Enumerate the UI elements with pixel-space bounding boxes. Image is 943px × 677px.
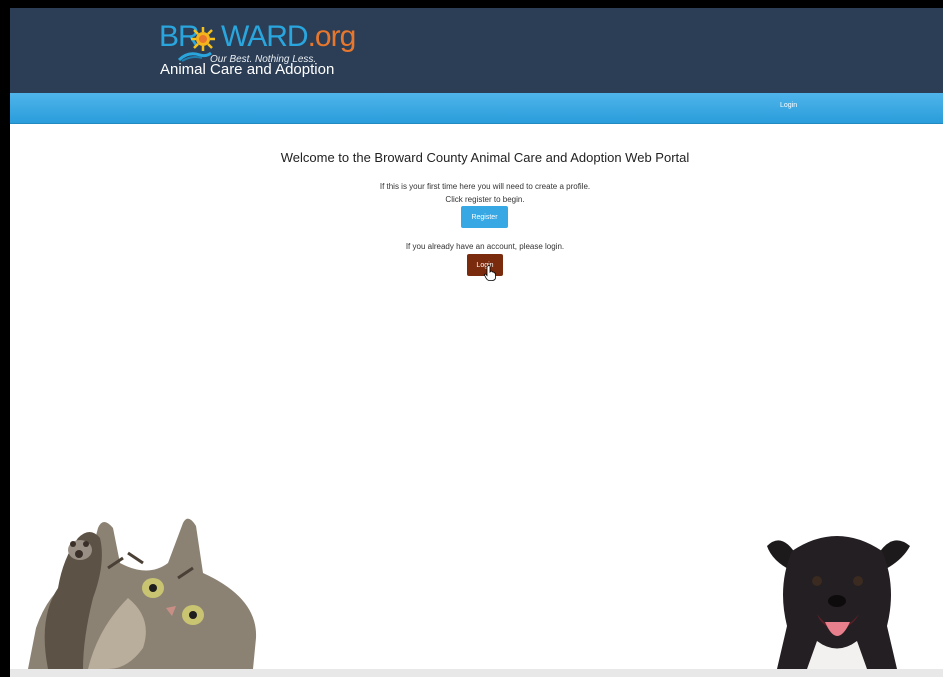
register-prompt: Click register to begin. — [445, 195, 525, 204]
register-button[interactable]: Register — [461, 206, 508, 228]
bottom-scrollbar[interactable] — [10, 669, 943, 677]
sun-icon — [191, 27, 215, 51]
top-navbar: Login — [10, 93, 943, 124]
browser-viewport: BROWARD.org Our Best. Nothing Less. Anim… — [10, 8, 943, 669]
site-title: Animal Care and Adoption — [160, 61, 335, 78]
site-header: BROWARD.org Our Best. Nothing Less. Anim… — [10, 8, 943, 93]
nav-login-link[interactable]: Login — [780, 102, 797, 109]
page-title: Welcome to the Broward County Animal Car… — [280, 150, 690, 165]
first-time-text: If this is your first time here you will… — [379, 182, 591, 191]
login-prompt: If you already have an account, please l… — [405, 242, 565, 251]
logo-wordmark: BROWARD.org — [159, 20, 356, 53]
kitten-image — [28, 518, 257, 669]
puppy-image — [767, 536, 910, 669]
hand-pointer-icon — [484, 265, 496, 281]
